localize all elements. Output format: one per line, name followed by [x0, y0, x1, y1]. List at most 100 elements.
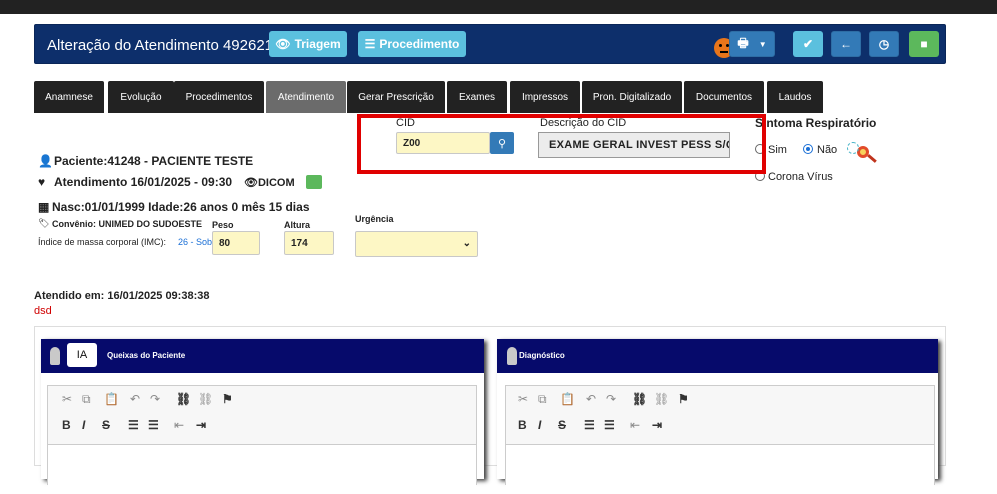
strikethrough-icon[interactable]: S	[102, 418, 110, 432]
caret-down-icon: ▼	[758, 39, 767, 49]
clock-icon: ◷	[878, 37, 890, 51]
microphone-icon[interactable]	[507, 347, 517, 365]
peso-input[interactable]: 80	[212, 231, 260, 255]
whatsapp-icon[interactable]	[306, 175, 322, 189]
tab-atendimento[interactable]: Atendimento	[266, 81, 346, 113]
urgencia-select[interactable]: ⌄	[355, 231, 478, 257]
queixas-title: Queixas do Paciente	[107, 351, 186, 360]
paste-icon[interactable]: 📋	[560, 392, 575, 406]
chevron-down-icon: ⌄	[462, 238, 471, 249]
redo-icon[interactable]: ↷	[150, 392, 160, 406]
unlink-icon[interactable]: ⛓	[198, 392, 213, 406]
strikethrough-icon[interactable]: S	[558, 418, 566, 432]
tab-procedimentos[interactable]: Procedimentos	[174, 81, 264, 113]
history-button[interactable]: ◷	[869, 31, 899, 57]
back-button[interactable]: ←	[831, 31, 861, 57]
panels-container: IA Queixas do Paciente ✂ ⧉ 📋 ↶ ↷ ⛓ ⛓ ⚑ B…	[34, 326, 946, 494]
diagnostico-panel: Diagnóstico ✂ ⧉ 📋 ↶ ↷ ⛓ ⛓ ⚑ B I S ☰ ☰ ⇤ …	[497, 339, 938, 494]
atendido-note: dsd	[34, 305, 52, 317]
patient-name: Paciente:41248 - PACIENTE TESTE	[54, 154, 254, 168]
diagnostico-panel-header: Diagnóstico	[497, 339, 938, 373]
numbered-list-icon[interactable]: ☰	[584, 418, 595, 432]
page-title: Alteração do Atendimento 492621	[47, 37, 274, 54]
numbered-list-icon[interactable]: ☰	[128, 418, 139, 432]
triagem-button[interactable]: 👁 Triagem	[269, 31, 347, 57]
queixas-panel: IA Queixas do Paciente ✂ ⧉ 📋 ↶ ↷ ⛓ ⛓ ⚑ B…	[41, 339, 484, 494]
tab-exames[interactable]: Exames	[447, 81, 507, 113]
print-button[interactable]: 🖶 ▼	[729, 31, 775, 57]
flag-icon[interactable]: ⚑	[678, 392, 689, 406]
radio-sim-label: Sim	[768, 144, 787, 156]
undo-icon[interactable]: ↶	[130, 392, 140, 406]
queixas-panel-header: IA Queixas do Paciente	[41, 339, 484, 373]
indent-icon[interactable]: ⇥	[196, 418, 206, 432]
confirm-button[interactable]: ✔	[793, 31, 823, 57]
eye-icon: 👁	[244, 177, 258, 189]
radio-corona-label: Corona Vírus	[768, 171, 833, 183]
tab-impressos[interactable]: Impressos	[510, 81, 580, 113]
italic-icon[interactable]: I	[82, 418, 85, 432]
printer-icon: 🖶	[737, 35, 749, 50]
convenio-info: Convênio: UNIMED DO SUDOESTE	[52, 219, 203, 229]
link-icon[interactable]: ⛓	[176, 392, 191, 406]
page-header: Alteração do Atendimento 492621 👁 Triagem…	[34, 24, 946, 64]
undo-icon[interactable]: ↶	[586, 392, 596, 406]
tab-documentos[interactable]: Documentos	[684, 81, 764, 113]
video-button[interactable]: ■	[909, 31, 939, 57]
altura-input[interactable]: 174	[284, 231, 334, 255]
dicom-link[interactable]: 👁DICOM	[244, 176, 295, 189]
urgencia-label: Urgência	[355, 214, 394, 224]
diagnostico-editor: ✂ ⧉ 📋 ↶ ↷ ⛓ ⛓ ⚑ B I S ☰ ☰ ⇤ ⇥	[505, 385, 935, 494]
calendar-icon: ▦	[38, 200, 50, 214]
redo-icon[interactable]: ↷	[606, 392, 616, 406]
heart-icon: ♥	[38, 175, 46, 189]
atendimento-datetime: Atendimento 16/01/2025 - 09:30	[54, 175, 233, 189]
highlight-box	[357, 114, 766, 174]
altura-label: Altura	[284, 220, 311, 230]
atendido-em-label: Atendido em: 16/01/2025 09:38:38	[34, 290, 210, 302]
video-camera-icon: ■	[920, 37, 928, 51]
copy-icon[interactable]: ⧉	[538, 392, 547, 407]
bullet-list-icon[interactable]: ☰	[604, 418, 615, 432]
outdent-icon[interactable]: ⇤	[174, 418, 184, 432]
flag-icon[interactable]: ⚑	[222, 392, 233, 406]
queixas-text-area[interactable]	[48, 444, 476, 494]
cut-icon[interactable]: ✂	[518, 392, 528, 406]
imc-value: 26 - Sob	[178, 237, 213, 247]
magnifier-virus-icon[interactable]	[845, 140, 879, 166]
link-icon[interactable]: ⛓	[632, 392, 647, 406]
radio-nao[interactable]	[803, 144, 813, 154]
indent-icon[interactable]: ⇥	[652, 418, 662, 432]
imc-label: Índice de massa corporal (IMC):	[38, 237, 167, 247]
list-icon: ☰	[364, 37, 376, 51]
copy-icon[interactable]: ⧉	[82, 392, 91, 407]
outdent-icon[interactable]: ⇤	[630, 418, 640, 432]
unlink-icon[interactable]: ⛓	[654, 392, 669, 406]
tab-pron-digitalizado[interactable]: Pron. Digitalizado	[582, 81, 682, 113]
radio-nao-label: Não	[817, 144, 838, 156]
tab-laudos[interactable]: Laudos	[767, 81, 823, 113]
tab-anamnese[interactable]: Anamnese	[34, 81, 104, 113]
italic-icon[interactable]: I	[538, 418, 541, 432]
birth-age-info: Nasc:01/01/1999 Idade:26 anos 0 mês 15 d…	[52, 200, 310, 214]
queixas-editor: ✂ ⧉ 📋 ↶ ↷ ⛓ ⛓ ⚑ B I S ☰ ☰ ⇤ ⇥	[47, 385, 477, 494]
browser-top-bar	[0, 0, 997, 14]
bullet-list-icon[interactable]: ☰	[148, 418, 159, 432]
eye-icon: 👁	[275, 37, 291, 51]
diagnostico-text-area[interactable]	[506, 444, 934, 494]
tag-icon: 🏷	[38, 218, 50, 228]
microphone-icon[interactable]	[50, 347, 60, 365]
tab-evolucao[interactable]: Evolução	[108, 81, 174, 113]
paste-icon[interactable]: 📋	[104, 392, 119, 406]
bold-icon[interactable]: B	[518, 418, 527, 432]
peso-label: Peso	[212, 220, 234, 230]
procedimento-button[interactable]: ☰ Procedimento	[358, 31, 466, 57]
sintoma-respiratorio-label: Sintoma Respiratório	[755, 116, 877, 130]
ia-button[interactable]: IA	[67, 343, 97, 367]
cut-icon[interactable]: ✂	[62, 392, 72, 406]
check-icon: ✔	[802, 37, 814, 51]
diagnostico-title: Diagnóstico	[519, 351, 565, 360]
arrow-left-icon: ←	[840, 37, 852, 51]
tab-gerar-prescricao[interactable]: Gerar Prescrição	[347, 81, 445, 113]
bold-icon[interactable]: B	[62, 418, 71, 432]
